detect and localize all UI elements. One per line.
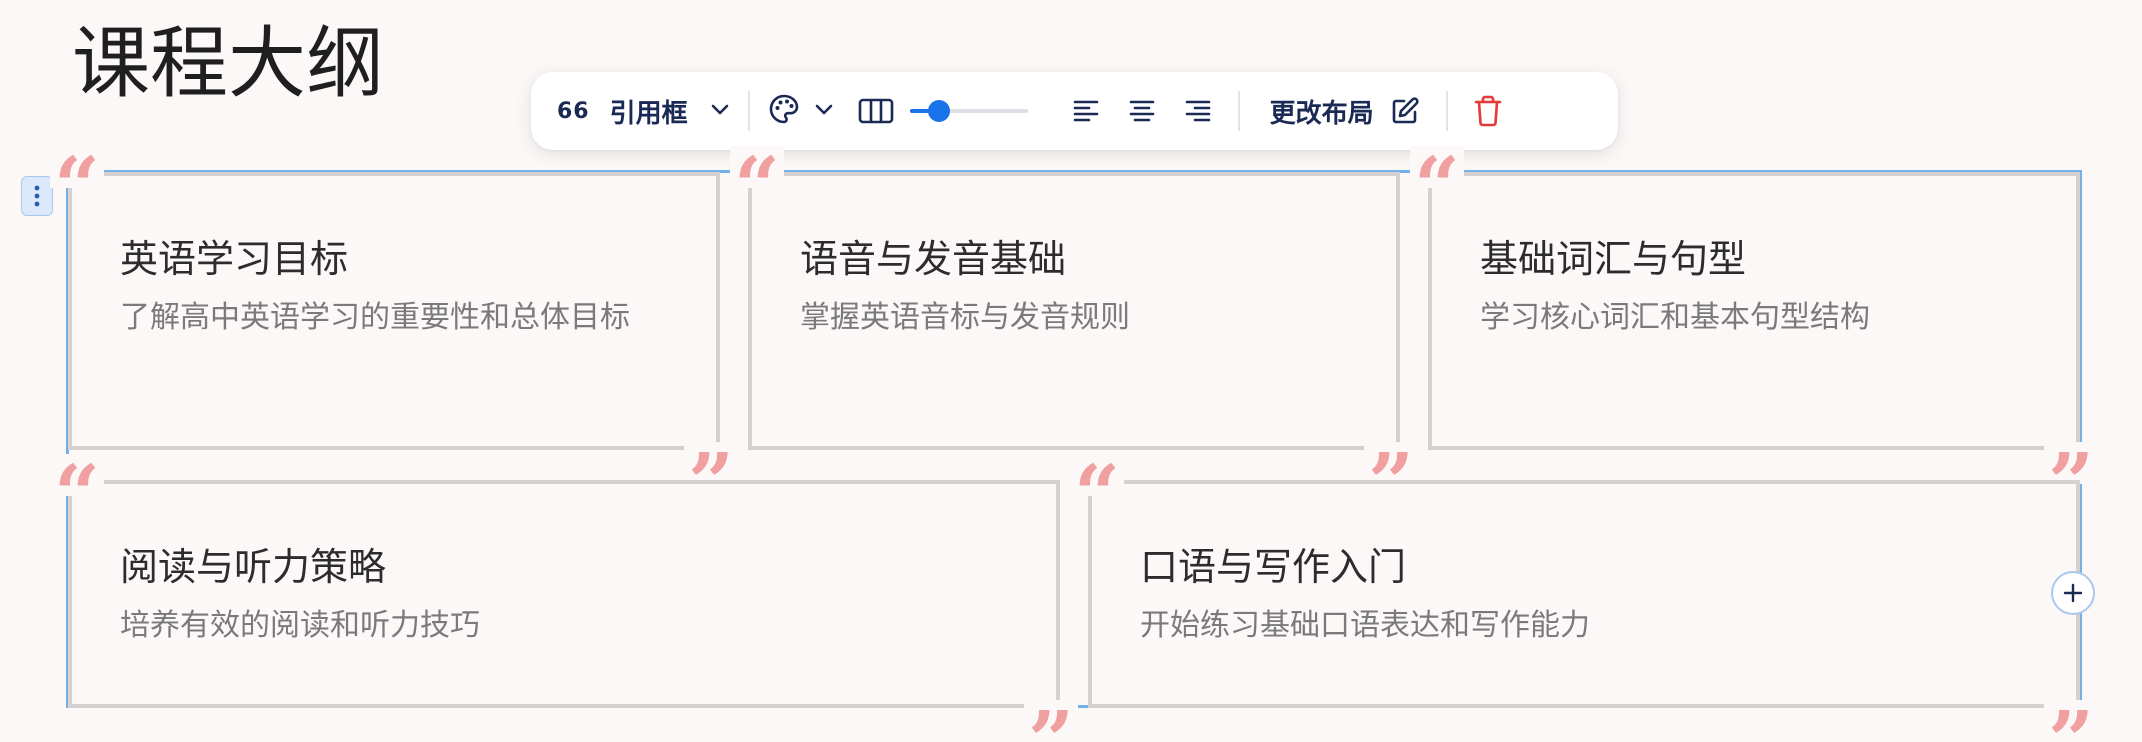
close-quote-icon: ”	[1023, 700, 1078, 742]
align-left-icon[interactable]	[1072, 97, 1100, 125]
quote-card[interactable]: “ 阅读与听力策略 培养有效的阅读和听力技巧 ”	[50, 454, 1078, 742]
color-theme-dropdown[interactable]	[768, 93, 834, 129]
columns-icon[interactable]	[858, 97, 894, 125]
card-description: 培养有效的阅读和听力技巧	[120, 608, 480, 643]
open-quote-icon: “	[50, 454, 105, 496]
more-vertical-icon	[34, 185, 40, 207]
align-right-icon[interactable]	[1184, 97, 1212, 125]
toolbar-divider	[1237, 91, 1240, 131]
quote-icon: 66	[557, 98, 590, 124]
quote-card[interactable]: “ 基础词汇与句型 学习核心词汇和基本句型结构 ”	[1410, 146, 2098, 484]
page-title: 课程大纲	[72, 19, 385, 109]
toolbar-divider	[747, 91, 750, 131]
close-quote-icon: ”	[683, 442, 738, 484]
chevron-down-icon	[710, 102, 730, 121]
card-description: 开始练习基础口语表达和写作能力	[1140, 608, 1590, 643]
open-quote-icon: “	[1410, 146, 1465, 188]
quote-card[interactable]: “ 口语与写作入门 开始练习基础口语表达和写作能力 ”	[1070, 454, 2098, 742]
change-layout-button[interactable]: 更改布局	[1270, 93, 1420, 130]
slider-thumb[interactable]	[928, 100, 951, 122]
card-title: 口语与写作入门	[1140, 545, 1407, 589]
block-type-label: 引用框	[609, 98, 688, 129]
card-description: 了解高中英语学习的重要性和总体目标	[120, 300, 630, 335]
change-layout-label: 更改布局	[1269, 98, 1374, 129]
card-description: 学习核心词汇和基本句型结构	[1480, 300, 1870, 335]
width-slider[interactable]	[909, 97, 1028, 125]
trash-icon[interactable]	[1474, 95, 1502, 127]
block-type-dropdown[interactable]: 66 引用框	[557, 93, 730, 130]
card-title: 阅读与听力策略	[120, 545, 387, 589]
block-toolbar: 66 引用框 更改布局	[531, 72, 1618, 150]
add-block-button[interactable]	[2051, 571, 2095, 615]
close-quote-icon: ”	[1363, 442, 1418, 484]
align-center-icon[interactable]	[1128, 97, 1156, 125]
open-quote-icon: “	[730, 146, 785, 188]
toolbar-divider	[1445, 91, 1448, 131]
card-title: 语音与发音基础	[800, 237, 1067, 281]
chevron-down-icon	[814, 102, 834, 121]
open-quote-icon: “	[50, 146, 105, 188]
plus-icon	[2063, 583, 2083, 603]
drag-handle[interactable]	[21, 176, 53, 216]
open-quote-icon: “	[1070, 454, 1125, 496]
card-title: 基础词汇与句型	[1480, 237, 1747, 281]
card-title: 英语学习目标	[120, 237, 349, 281]
palette-icon	[768, 93, 800, 129]
close-quote-icon: ”	[2043, 700, 2098, 742]
edit-icon	[1390, 96, 1420, 126]
quote-card[interactable]: “ 语音与发音基础 掌握英语音标与发音规则 ”	[730, 146, 1418, 484]
quote-card[interactable]: “ 英语学习目标 了解高中英语学习的重要性和总体目标 ”	[50, 146, 738, 484]
card-description: 掌握英语音标与发音规则	[800, 300, 1130, 335]
close-quote-icon: ”	[2043, 442, 2098, 484]
